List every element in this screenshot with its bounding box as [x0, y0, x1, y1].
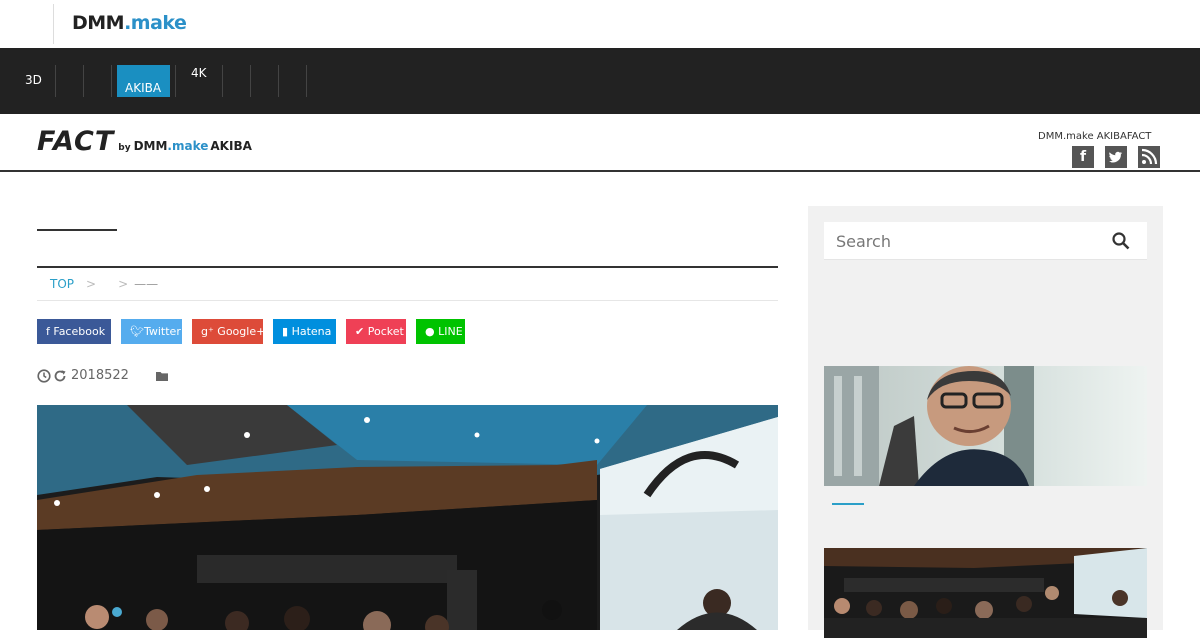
- breadcrumb: TOP > > ——: [50, 277, 158, 291]
- sidebar: Search: [808, 206, 1163, 638]
- bookmark-icon: ▮: [282, 325, 289, 338]
- search-input[interactable]: Search: [836, 232, 891, 251]
- article-meta: 2018522: [37, 368, 171, 383]
- share-hatena-label: Hatena: [291, 325, 332, 338]
- article-accent-line: [832, 503, 864, 505]
- sidebar-article-thumbnail[interactable]: [824, 366, 1147, 486]
- nav-divider: [306, 65, 307, 97]
- twitter-icon: 🐦︎: [130, 325, 144, 338]
- top-bar: DMM.make: [0, 0, 1200, 48]
- nav-divider: [250, 65, 251, 97]
- site-header: FACT by DMM.make AKIBA DMM.make AKIBAFACT f: [0, 114, 1200, 172]
- breadcrumb-separator: >: [86, 277, 97, 291]
- share-facebook-label: Facebook: [53, 325, 106, 338]
- site-name: DMM.make AKIBAFACT: [1038, 131, 1152, 142]
- divider: [37, 300, 778, 301]
- refresh-icon: [54, 369, 66, 381]
- share-googleplus-label: Google+: [217, 325, 266, 338]
- fact-logo-by: by: [118, 143, 131, 153]
- share-twitter-label: Twitter: [143, 325, 181, 338]
- nav-item-akiba-label: AKIBA: [125, 81, 162, 95]
- share-pocket-label: Pocket: [367, 325, 404, 338]
- share-line-label: LINE: [438, 325, 463, 338]
- logo-dmm-text: DMM: [72, 12, 125, 34]
- nav-divider: [222, 65, 223, 97]
- facebook-icon[interactable]: f: [1072, 146, 1094, 168]
- share-line-button[interactable]: ● LINE: [416, 319, 465, 344]
- twitter-icon[interactable]: [1105, 146, 1127, 168]
- fact-logo-akiba: AKIBA: [210, 139, 252, 153]
- divider: [53, 4, 54, 44]
- nav-divider: [111, 65, 112, 97]
- nav-divider: [83, 65, 84, 97]
- breadcrumb-separator: >: [118, 277, 129, 291]
- dmm-make-logo[interactable]: DMM.make: [72, 12, 187, 34]
- article-date: 2018522: [71, 368, 129, 383]
- nav-item-akiba[interactable]: AKIBA: [117, 65, 170, 97]
- nav-divider: [55, 65, 56, 97]
- fact-logo[interactable]: FACT by DMM.make AKIBA: [37, 126, 252, 157]
- fact-logo-make: .make: [167, 139, 209, 153]
- article-hero-image: [37, 405, 778, 630]
- clock-icon: [37, 368, 51, 383]
- nav-item-3d[interactable]: 3D: [25, 73, 42, 87]
- folder-icon: [155, 371, 168, 381]
- search-box[interactable]: Search: [824, 222, 1147, 260]
- share-googleplus-button[interactable]: g⁺ Google+: [192, 319, 266, 344]
- nav-divider: [278, 65, 279, 97]
- facebook-icon: f: [46, 325, 50, 338]
- search-icon[interactable]: [1111, 231, 1131, 251]
- share-hatena-button[interactable]: ▮ Hatena: [273, 319, 336, 344]
- googleplus-icon: g⁺: [201, 325, 214, 338]
- chat-icon: ●: [425, 325, 435, 338]
- share-pocket-button[interactable]: ✔ Pocket: [346, 319, 406, 344]
- main-nav: 3D AKIBA 4K: [0, 48, 1200, 114]
- share-facebook-button[interactable]: f Facebook: [37, 319, 111, 344]
- share-twitter-button[interactable]: 🐦︎Twitter: [121, 319, 182, 344]
- fact-logo-dmm: DMM: [133, 139, 168, 153]
- sidebar-article-thumbnail[interactable]: [824, 548, 1147, 638]
- divider: [37, 266, 778, 268]
- breadcrumb-top-link[interactable]: TOP: [50, 277, 74, 291]
- logo-make-text: .make: [124, 12, 187, 34]
- rss-icon[interactable]: [1138, 146, 1160, 168]
- fact-logo-text: FACT: [37, 126, 115, 157]
- check-icon: ✔: [355, 325, 365, 338]
- article-title-underline: [37, 229, 117, 231]
- nav-item-4k[interactable]: 4K: [191, 66, 207, 80]
- nav-divider: [175, 65, 176, 97]
- breadcrumb-current: ——: [134, 277, 159, 291]
